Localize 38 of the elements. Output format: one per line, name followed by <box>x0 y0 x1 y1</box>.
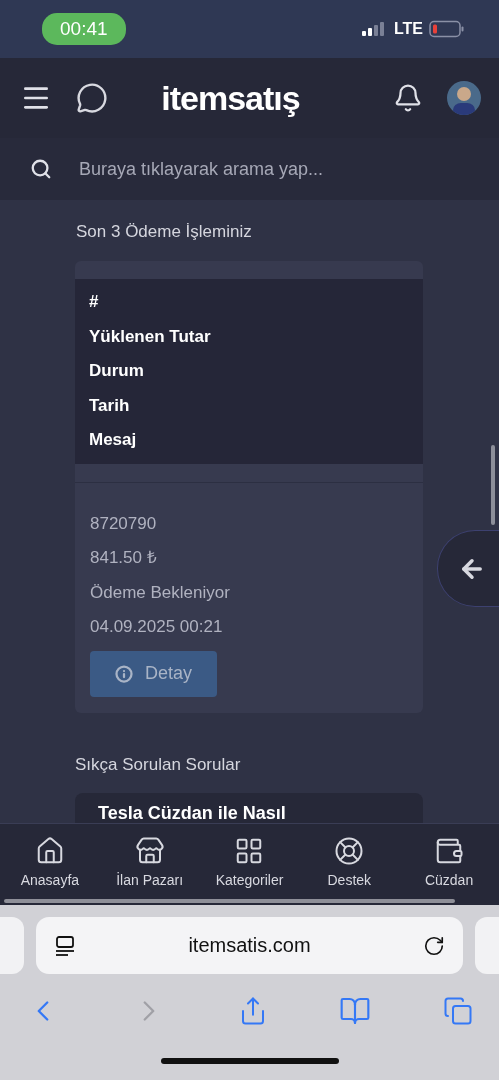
reader-icon <box>54 934 76 957</box>
column-header: Yüklenen Tutar <box>89 325 212 348</box>
bell-icon[interactable] <box>393 83 423 113</box>
url-text: itemsatis.com <box>187 934 312 957</box>
bookmarks-icon[interactable] <box>339 995 372 1027</box>
column-header: Tarih <box>89 394 131 417</box>
nav-item[interactable]: Kategoriler <box>201 836 298 888</box>
section-title: Son 3 Ödeme İşleminiz <box>76 222 253 242</box>
column-header: Mesaj <box>89 429 138 451</box>
search-icon[interactable] <box>30 158 52 180</box>
status-time: 00:41 <box>42 13 126 45</box>
column-header: Durum <box>89 360 145 382</box>
section-title: Sıkça Sorulan Sorular <box>75 754 242 775</box>
tabs-icon[interactable] <box>443 996 473 1026</box>
nav-item[interactable]: Cüzdan <box>401 836 498 888</box>
wallet-icon <box>434 836 465 866</box>
avatar[interactable] <box>447 81 481 115</box>
nav-item[interactable]: İlan Pazarı <box>101 836 198 888</box>
faq-card[interactable]: Tesla Cüzdan ile Nasıl <box>75 792 423 823</box>
lifebuoy-icon <box>334 836 365 866</box>
table-cell-text: 8720790 <box>90 512 158 535</box>
table-cell-text: Ödeme Bekleniyor <box>90 581 231 604</box>
faq-question: Tesla Cüzdan ile Nasıl <box>98 802 287 823</box>
reload-icon[interactable] <box>423 934 445 957</box>
search-field[interactable]: Buraya tıklayarak arama yap... <box>0 138 499 200</box>
network-label: LTE <box>393 20 423 38</box>
storefront-icon <box>134 836 165 866</box>
back-button[interactable] <box>437 530 499 607</box>
site-logo[interactable]: itemsatış <box>132 78 329 118</box>
chat-icon[interactable] <box>76 82 108 114</box>
table-cell-text: 841.50 ₺ <box>90 547 158 570</box>
nav-item[interactable]: Destek <box>301 836 398 888</box>
column-header: # <box>89 291 100 313</box>
address-bar[interactable]: itemsatis.com <box>36 917 463 974</box>
button-label: Detay <box>145 663 192 685</box>
table-cell-text: 04.09.2025 00:21 <box>90 616 224 639</box>
info-icon <box>115 664 133 683</box>
nav-item[interactable]: Anasayfa <box>1 836 98 888</box>
